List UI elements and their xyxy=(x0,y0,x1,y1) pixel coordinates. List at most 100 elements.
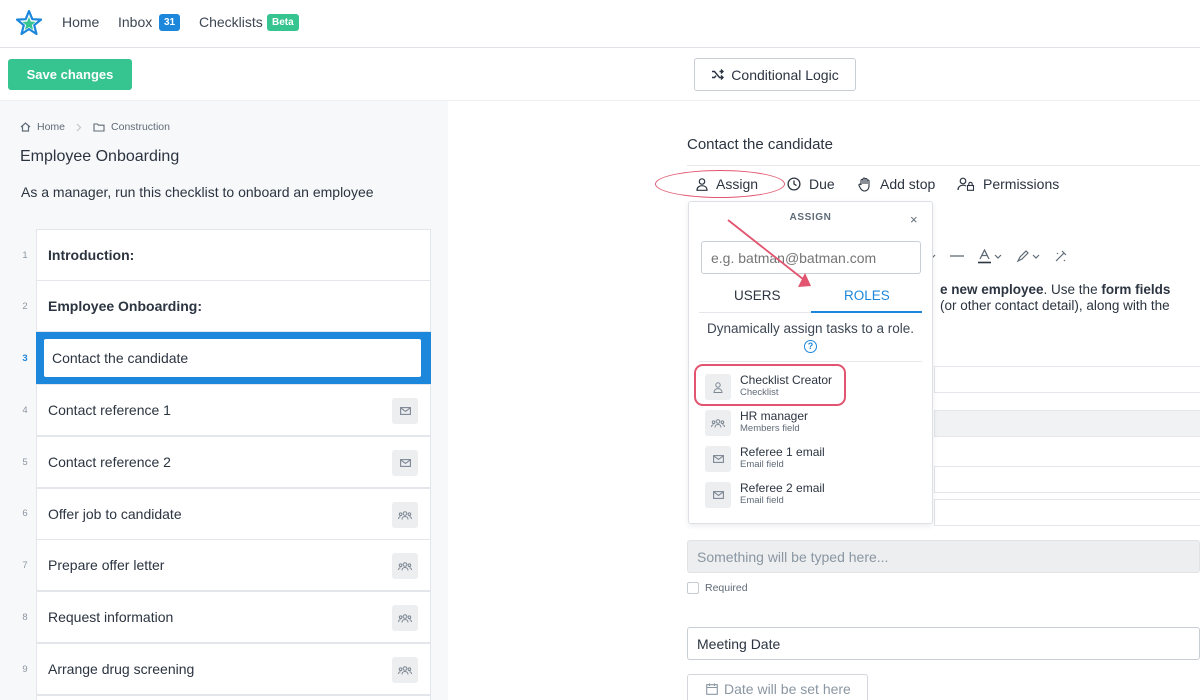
group-icon xyxy=(392,553,418,579)
task-title-underline xyxy=(687,165,1200,166)
step-label: Employee Onboarding: xyxy=(48,298,203,314)
step-number: 2 xyxy=(22,301,28,312)
mail-icon xyxy=(392,398,418,424)
hand-stop-icon xyxy=(858,176,872,192)
step-row-contact-candidate-selected[interactable]: Contact the candidate xyxy=(36,332,431,384)
role-name: Referee 1 email xyxy=(740,445,825,459)
mail-icon xyxy=(392,450,418,476)
step-label: Prepare offer letter xyxy=(48,557,165,573)
role-item-referee-2-email[interactable]: Referee 2 email Email field xyxy=(705,480,905,510)
step-number: 4 xyxy=(22,405,28,416)
meeting-date-label-field[interactable]: Meeting Date xyxy=(687,627,1200,660)
nav-checklists[interactable]: Checklists xyxy=(199,14,263,30)
date-placeholder: Date will be set here xyxy=(724,681,851,697)
step-row-introduction[interactable]: Introduction: xyxy=(36,229,431,281)
step-row-request-information[interactable]: Request information xyxy=(36,591,431,643)
checklist-description[interactable]: As a manager, run this checklist to onbo… xyxy=(21,184,374,200)
step-label: Contact reference 2 xyxy=(48,454,171,470)
form-field-partial[interactable] xyxy=(934,366,1200,393)
font-color-icon[interactable] xyxy=(978,248,1002,264)
top-navigation: Home Inbox 31 Checklists Beta xyxy=(0,0,1200,48)
group-icon xyxy=(392,657,418,683)
permissions-label: Permissions xyxy=(983,176,1060,192)
step-row-arrange-drug-screening[interactable]: Arrange drug screening xyxy=(36,643,431,695)
due-button[interactable]: Due xyxy=(787,176,835,192)
form-field-partial[interactable] xyxy=(934,410,1200,437)
nav-home[interactable]: Home xyxy=(62,14,99,30)
step-title-input[interactable]: Contact the candidate xyxy=(44,339,421,377)
breadcrumb-home[interactable]: Home xyxy=(37,121,65,133)
role-name: HR manager xyxy=(740,409,809,423)
step-number: 9 xyxy=(22,664,28,675)
step-number-active: 3 xyxy=(22,353,28,364)
add-stop-button[interactable]: Add stop xyxy=(858,176,935,192)
form-field-partial[interactable] xyxy=(934,499,1200,526)
popup-divider xyxy=(699,361,922,362)
required-toggle[interactable]: Required xyxy=(687,582,748,594)
annotation-arrow xyxy=(727,219,811,287)
step-number: 1 xyxy=(22,250,28,261)
role-type: Email field xyxy=(740,459,784,470)
step-row-partial xyxy=(36,695,431,700)
step-number: 7 xyxy=(22,560,28,571)
mail-icon xyxy=(705,446,731,472)
text-field-preview[interactable]: Something will be typed here... xyxy=(687,540,1200,573)
text-formatting-toolbar xyxy=(928,246,1067,266)
step-number: 8 xyxy=(22,612,28,623)
required-checkbox[interactable] xyxy=(687,582,699,594)
breadcrumb-folder[interactable]: Construction xyxy=(111,121,170,133)
step-label: Offer job to candidate xyxy=(48,506,182,522)
user-lock-icon xyxy=(957,177,975,191)
home-icon xyxy=(20,122,31,132)
assign-highlight-oval xyxy=(655,170,785,198)
role-type: Members field xyxy=(740,423,800,434)
role-type: Email field xyxy=(740,495,784,506)
clear-format-icon[interactable] xyxy=(1054,250,1067,263)
beta-badge: Beta xyxy=(267,14,299,31)
description-fragment: . Use the xyxy=(1043,282,1102,297)
step-row-prepare-offer-letter[interactable]: Prepare offer letter xyxy=(36,539,431,591)
description-line-2: (or other contact detail), along with th… xyxy=(940,298,1170,313)
step-number: 6 xyxy=(22,508,28,519)
tab-roles[interactable]: ROLES xyxy=(844,288,890,303)
permissions-button[interactable]: Permissions xyxy=(957,176,1059,192)
required-label: Required xyxy=(705,582,748,594)
step-row-offer-job[interactable]: Offer job to candidate xyxy=(36,488,431,540)
app-logo-icon[interactable] xyxy=(16,10,42,36)
help-icon[interactable]: ? xyxy=(804,340,817,353)
breadcrumb: Home Construction xyxy=(20,121,170,133)
date-field-preview[interactable]: Date will be set here xyxy=(687,674,868,700)
tab-active-indicator xyxy=(811,311,922,313)
horizontal-rule-icon[interactable] xyxy=(950,255,964,257)
form-field-partial[interactable] xyxy=(934,466,1200,493)
due-label: Due xyxy=(809,176,835,192)
nav-inbox[interactable]: Inbox xyxy=(118,14,152,30)
group-icon xyxy=(705,410,731,436)
step-label: Introduction: xyxy=(48,247,135,263)
roles-description: Dynamically assign tasks to a role. xyxy=(706,321,915,336)
chevron-right-icon xyxy=(76,123,82,132)
step-label: Contact the candidate xyxy=(52,350,189,366)
conditional-logic-button[interactable]: Conditional Logic xyxy=(694,58,856,91)
checklist-creator-highlight xyxy=(694,364,846,406)
group-icon xyxy=(392,502,418,528)
task-description-text[interactable]: e new employee. Use the form fields (or … xyxy=(940,282,1200,314)
task-title[interactable]: Contact the candidate xyxy=(687,136,833,153)
folder-icon xyxy=(93,122,105,132)
role-item-referee-1-email[interactable]: Referee 1 email Email field xyxy=(705,444,905,474)
description-bold-fragment: e new employee xyxy=(940,282,1044,297)
step-row-employee-onboarding[interactable]: Employee Onboarding: xyxy=(36,280,431,332)
close-icon[interactable]: × xyxy=(910,212,918,227)
step-row-contact-reference-1[interactable]: Contact reference 1 xyxy=(36,384,431,436)
mail-icon xyxy=(705,482,731,508)
description-bold-fragment: form fields xyxy=(1101,282,1171,297)
inbox-count-badge: 31 xyxy=(159,14,181,31)
role-item-hr-manager[interactable]: HR manager Members field xyxy=(705,408,905,438)
step-row-contact-reference-2[interactable]: Contact reference 2 xyxy=(36,436,431,488)
checklist-title[interactable]: Employee Onboarding xyxy=(20,148,179,166)
group-icon xyxy=(392,605,418,631)
highlight-icon[interactable] xyxy=(1016,249,1040,263)
step-label: Request information xyxy=(48,609,174,625)
clock-icon xyxy=(787,177,801,191)
save-changes-button[interactable]: Save changes xyxy=(8,59,132,90)
